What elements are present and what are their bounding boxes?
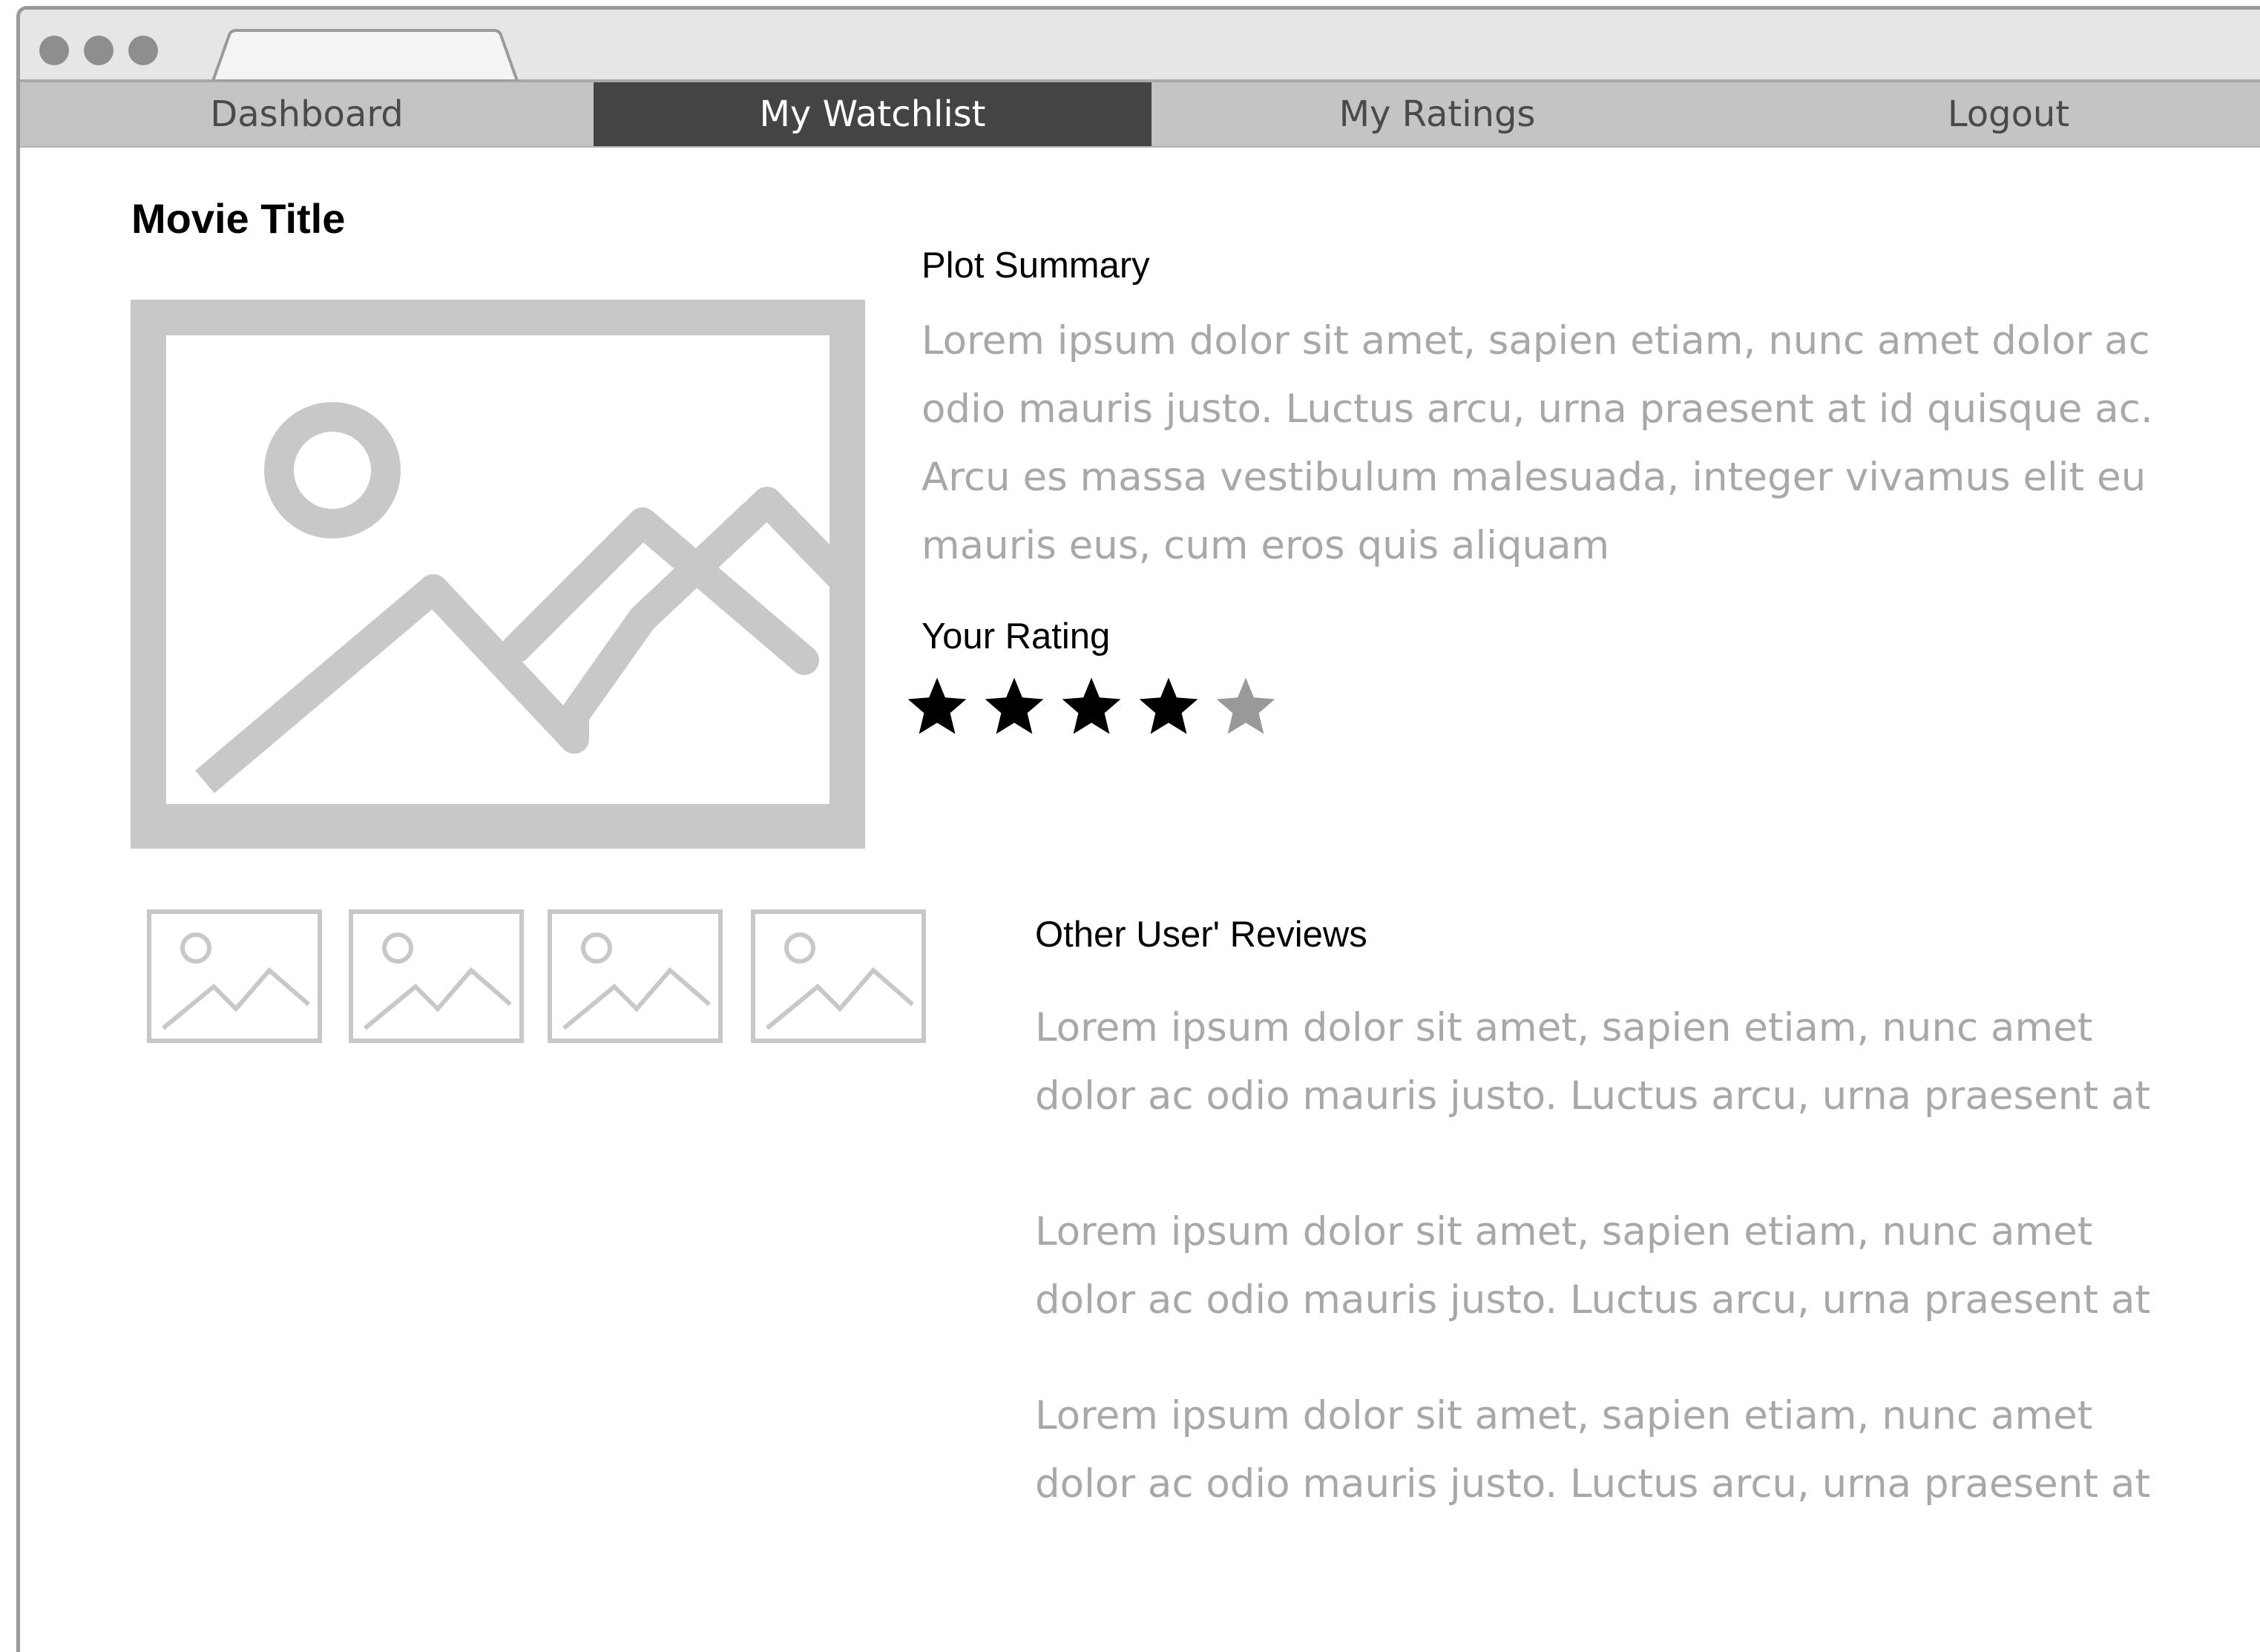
star-filled-icon[interactable] (981, 674, 1048, 740)
nav-dashboard[interactable]: Dashboard (20, 82, 594, 146)
review-line: dolor ac odio mauris justo. Luctus arcu,… (1035, 1073, 2151, 1119)
review-line: Lorem ipsum dolor sit amet, sapien etiam… (1035, 1005, 2093, 1050)
review-line: Lorem ipsum dolor sit amet, sapien etiam… (1035, 1393, 2093, 1438)
star-filled-icon[interactable] (1135, 674, 1202, 740)
star-filled-icon[interactable] (1058, 674, 1125, 740)
window-minimize-dot[interactable] (84, 36, 114, 65)
window-close-dot[interactable] (39, 36, 69, 65)
star-filled-icon[interactable] (904, 674, 970, 740)
review-item: Lorem ipsum dolor sit amet, sapien etiam… (1035, 1382, 2150, 1518)
star-empty-icon[interactable] (1212, 674, 1279, 740)
thumbnail-image-placeholder-icon[interactable] (548, 909, 723, 1043)
plot-line: Arcu es massa vestibulum malesuada, inte… (922, 455, 2146, 500)
plot-summary-text: Lorem ipsum dolor sit amet, sapien etiam… (922, 307, 2153, 580)
nav-logout[interactable]: Logout (1723, 82, 2260, 146)
window-maximize-dot[interactable] (128, 36, 158, 65)
plot-line: mauris eus, cum eros quis aliquam (922, 523, 1610, 568)
nav-my-watchlist[interactable]: My Watchlist (594, 82, 1152, 146)
browser-titlebar (20, 10, 2260, 82)
thumbnail-image-placeholder-icon[interactable] (751, 909, 926, 1043)
other-reviews-heading: Other User' Reviews (1035, 915, 1367, 955)
plot-line: odio mauris justo. Luctus arcu, urna pra… (922, 386, 2153, 432)
review-line: Lorem ipsum dolor sit amet, sapien etiam… (1035, 1209, 2093, 1254)
browser-tab[interactable] (211, 29, 523, 81)
thumbnail-image-placeholder-icon[interactable] (147, 909, 322, 1043)
plot-summary-heading: Plot Summary (922, 246, 1150, 286)
thumbnail-image-placeholder-icon[interactable] (349, 909, 524, 1043)
rating-stars[interactable] (904, 674, 1279, 740)
plot-line: Lorem ipsum dolor sit amet, sapien etiam… (922, 318, 2150, 363)
review-item: Lorem ipsum dolor sit amet, sapien etiam… (1035, 994, 2150, 1131)
main-navbar: Dashboard My Watchlist My Ratings Logout (20, 82, 2260, 148)
review-item: Lorem ipsum dolor sit amet, sapien etiam… (1035, 1198, 2150, 1335)
review-line: dolor ac odio mauris justo. Luctus arcu,… (1035, 1461, 2151, 1507)
review-line: dolor ac odio mauris justo. Luctus arcu,… (1035, 1277, 2151, 1323)
movie-title: Movie Title (131, 195, 346, 242)
your-rating-heading: Your Rating (922, 616, 1111, 656)
poster-image-placeholder-icon (131, 300, 865, 849)
nav-my-ratings[interactable]: My Ratings (1152, 82, 1723, 146)
